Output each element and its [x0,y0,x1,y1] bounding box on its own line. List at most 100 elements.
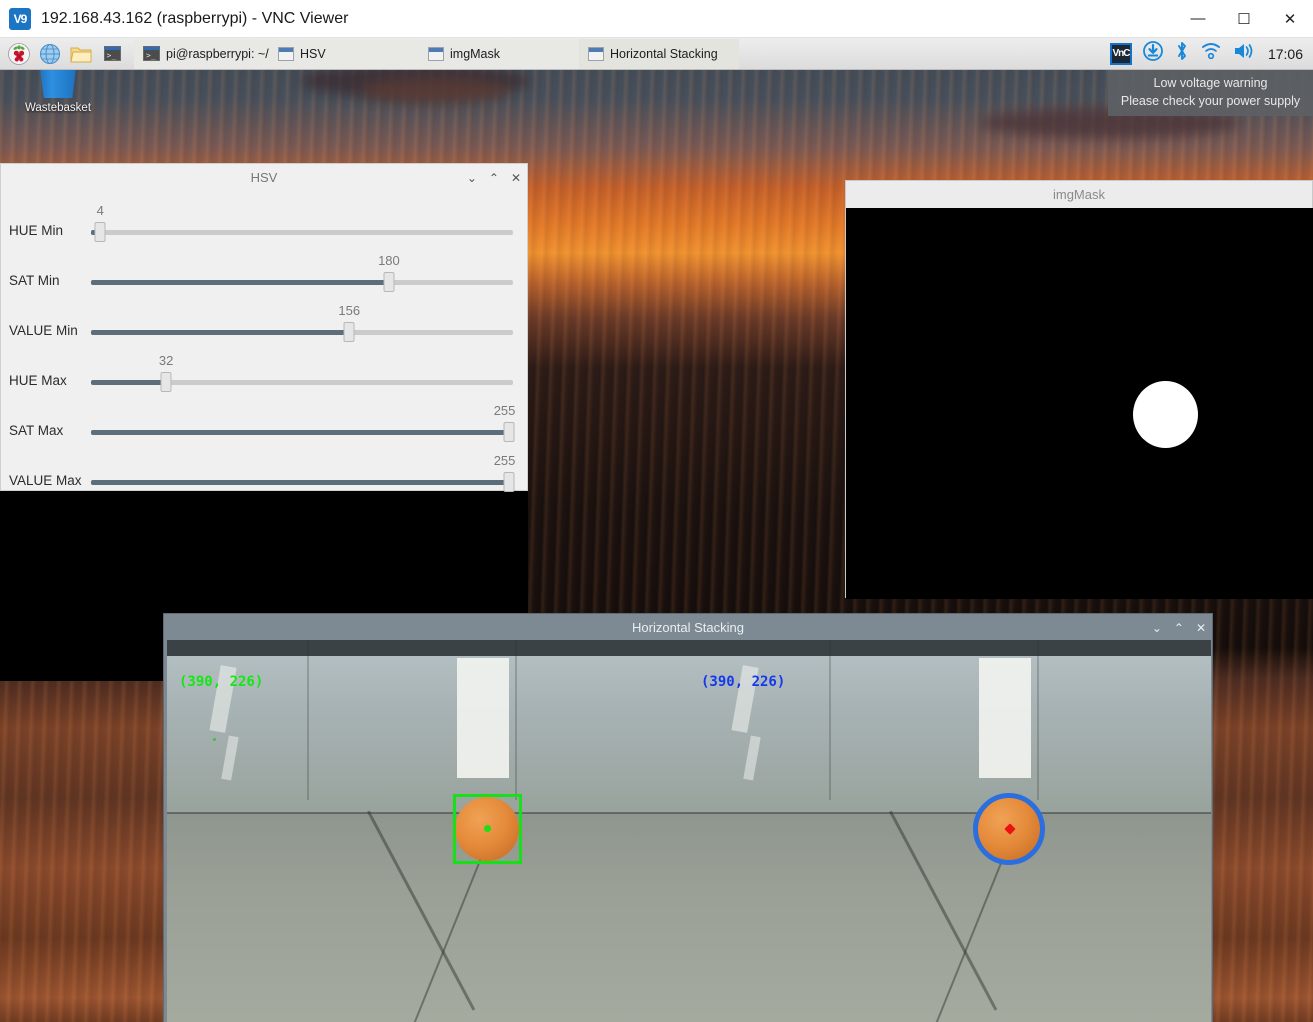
scene-wall-line [307,640,309,800]
trackbar-hue-max[interactable]: HUE Max 32 [9,347,513,397]
camera-pane-right: (390, 226) [689,640,1211,1022]
clock[interactable]: 17:06 [1266,46,1303,62]
chevron-down-icon[interactable]: ⌄ [1152,622,1162,634]
taskbar-item-imgmask[interactable]: imgMask [419,38,579,69]
camera-scene [167,640,689,1022]
taskbar-item-horizontal-stacking[interactable]: Horizontal Stacking [579,38,739,69]
vnc-window-title: 192.168.43.162 (raspberrypi) - VNC Viewe… [41,9,349,27]
horizontal-stacking-window[interactable]: Horizontal Stacking ⌄ ⌃ ✕ (390, 226) (39… [163,613,1213,1022]
trackbar-slider[interactable]: 255 [91,403,515,447]
bluetooth-icon[interactable] [1174,40,1190,67]
scene-floor-edge [689,812,1211,814]
stacking-window-controls: ⌄ ⌃ ✕ [1152,614,1206,641]
hsv-window-controls: ⌄ ⌃ ✕ [467,164,521,191]
scene-ceiling-bar [689,640,1211,656]
imgmask-window[interactable]: imgMask [845,180,1313,599]
taskbar-item-terminal[interactable]: >_ pi@raspberrypi: ~/C... [134,38,288,69]
notification-title: Low voltage warning [1153,75,1268,90]
close-icon[interactable]: ✕ [511,172,521,184]
terminal-glyph: >_ [103,46,121,61]
low-voltage-notification[interactable]: Low voltage warning Please check your po… [1108,68,1313,116]
imgmask-canvas [846,208,1313,599]
scene-wall [167,640,689,813]
wastebasket-label: Wastebasket [24,102,92,114]
taskbar-item-label: Horizontal Stacking [610,46,718,61]
trackbar-value-min[interactable]: VALUE Min 156 [9,297,513,347]
scene-wall-line [1037,640,1039,800]
notification-message: Please check your power supply [1120,94,1301,108]
vnc-window-controls: — ☐ ✕ [1175,0,1313,38]
scene-floor-edge [167,812,689,814]
centroid-marker-green [484,825,491,832]
noise-dot [213,738,216,741]
trackbar-value: 255 [493,453,516,468]
desktop-icon-wastebasket[interactable]: Wastebasket [18,64,98,114]
hsv-trackbar-list: HUE Min 4 SAT Min 180 VALUE Min 156 HUE … [1,191,527,497]
trackbar-knob[interactable] [94,222,106,242]
trackbar-value: 32 [158,353,174,368]
trackbar-slider[interactable]: 255 [91,453,516,497]
file-manager-icon[interactable] [67,40,95,68]
trackbar-value-max[interactable]: VALUE Max 255 [9,447,516,497]
scene-ceiling-bar [167,640,689,656]
taskbar-item-hsv[interactable]: HSV [269,38,419,69]
trackbar-slider[interactable]: 4 [91,203,513,247]
scene-light-panel [979,658,1031,778]
download-update-icon[interactable] [1142,40,1164,67]
terminal-icon-1[interactable]: >_ [98,40,126,68]
trackbar-fill [91,430,513,435]
chevron-down-icon[interactable]: ⌄ [467,172,477,184]
imgmask-window-title: imgMask [1052,187,1105,202]
trackbar-slider[interactable]: 32 [91,353,513,397]
trackbar-slider[interactable]: 156 [91,303,513,347]
hsv-window-titlebar: HSV ⌄ ⌃ ✕ [1,164,527,191]
chevron-up-icon[interactable]: ⌃ [489,172,499,184]
mask-blob [1133,381,1198,448]
trackbar-knob[interactable] [383,272,395,292]
hsv-window[interactable]: HSV ⌄ ⌃ ✕ HUE Min 4 SAT Min 180 VALUE Mi… [0,163,528,492]
trackbar-slider[interactable]: 180 [91,253,513,297]
chevron-up-icon[interactable]: ⌃ [1174,622,1184,634]
stacking-canvas: (390, 226) (390, 226) [167,640,1211,1022]
camera-pane-left: (390, 226) [167,640,689,1022]
maximize-icon[interactable]: ☐ [1221,0,1267,38]
trackbar-hue-min[interactable]: HUE Min 4 [9,197,513,247]
trackbar-knob[interactable] [160,372,172,392]
taskbar-launchers: >_ [0,40,126,68]
vnc-server-tray-icon[interactable]: VnC [1109,42,1132,65]
terminal-window-icon: >_ [143,46,160,61]
trackbar-label: VALUE Min [9,323,78,338]
trackbar-label: HUE Max [9,373,67,388]
taskbar-item-label: HSV [300,46,326,61]
trackbar-label: VALUE Max [9,473,82,488]
hsv-window-title: HSV [250,170,278,185]
wifi-icon[interactable] [1200,40,1222,67]
close-icon[interactable]: ✕ [1267,0,1313,38]
trackbar-value: 4 [96,203,104,218]
trackbar-fill [91,280,389,285]
trackbar-knob[interactable] [503,472,515,492]
trackbar-sat-min[interactable]: SAT Min 180 [9,247,513,297]
trackbar-sat-max[interactable]: SAT Max 255 [9,397,515,447]
minimize-icon[interactable]: — [1175,0,1221,38]
web-browser-icon[interactable] [36,40,64,68]
vnc-viewer-titlebar: V9 192.168.43.162 (raspberrypi) - VNC Vi… [0,0,1313,38]
close-icon[interactable]: ✕ [1196,622,1206,634]
trackbar-fill [91,330,350,335]
trackbar-fill [91,480,513,485]
lxde-taskbar: >_ >_ pi@raspberrypi: ~/C... HSV imgMask [0,38,1313,70]
trackbar-value: 180 [378,253,400,268]
window-icon [588,46,604,61]
wallpaper-cloud [360,78,510,104]
stacking-window-title: Horizontal Stacking [632,619,744,635]
raspberry-menu-icon[interactable] [5,40,33,68]
trackbar-track[interactable] [91,230,513,235]
screen: V9 192.168.43.162 (raspberrypi) - VNC Vi… [0,0,1313,1022]
volume-icon[interactable] [1232,40,1256,67]
trackbar-knob[interactable] [343,322,355,342]
scene-wall-line [829,640,831,800]
trackbar-label: SAT Max [9,423,64,438]
overlay-coordinates-left: (390, 226) [179,674,264,690]
trackbar-knob[interactable] [503,422,515,442]
imgmask-titlebar: imgMask [846,181,1312,208]
